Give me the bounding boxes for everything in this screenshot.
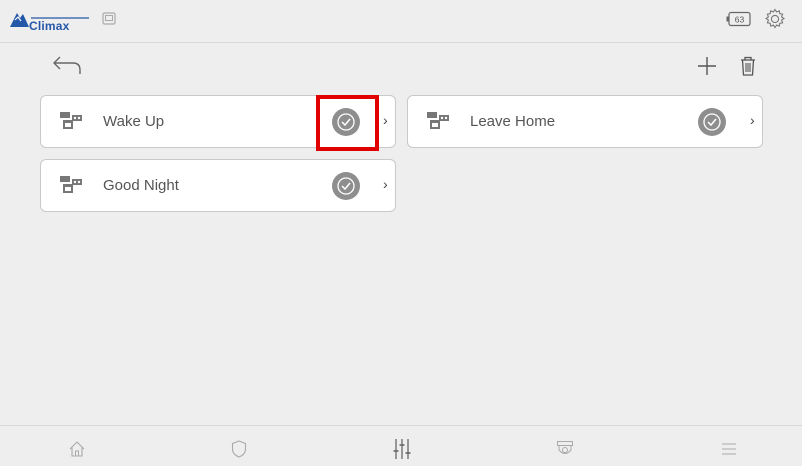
delete-button[interactable] [738,55,758,82]
scene-icon [59,111,85,138]
scene-label: Leave Home [470,113,556,130]
activate-scene-button[interactable] [332,172,360,200]
check-icon [703,113,721,131]
chevron-right-icon[interactable]: › [383,176,388,192]
scene-card-leave-home[interactable]: Leave Home › [407,95,763,148]
camera-icon[interactable] [556,440,574,463]
home-icon[interactable] [68,440,86,463]
shield-icon[interactable] [231,440,247,463]
battery-indicator: 63 [726,11,752,32]
activate-scene-button[interactable] [698,108,726,136]
chevron-right-icon[interactable]: › [383,112,388,128]
logo-text: Climax [29,19,70,33]
bottom-nav [0,425,802,466]
scene-icon [426,111,452,138]
highlight-box [316,95,379,151]
scene-label: Wake Up [103,113,165,130]
top-bar: Climax 63 [0,0,802,43]
sliders-icon[interactable] [393,438,411,465]
battery-value: 63 [735,15,745,25]
gear-icon[interactable] [763,7,787,36]
back-button[interactable] [51,55,83,82]
scene-icon [59,175,85,202]
add-button[interactable] [697,56,717,81]
climax-logo: Climax [9,8,91,34]
list-icon[interactable] [720,440,738,463]
scene-label: Good Night [103,177,179,194]
scene-card-good-night[interactable]: Good Night › [40,159,396,212]
check-icon [337,177,355,195]
chevron-right-icon[interactable]: › [750,112,755,128]
monitor-icon[interactable] [102,12,116,30]
